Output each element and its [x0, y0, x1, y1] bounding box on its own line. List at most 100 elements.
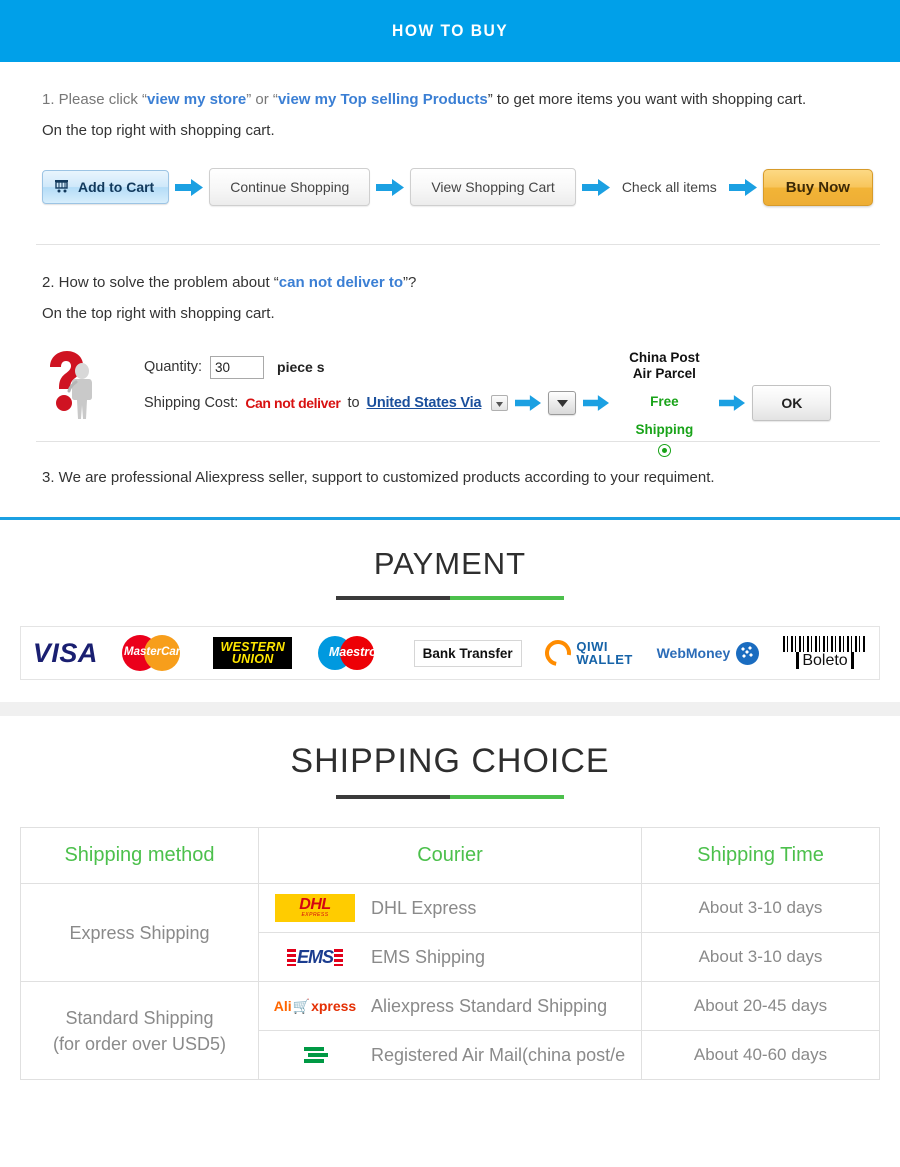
buy-now-button[interactable]: Buy Now	[762, 168, 873, 206]
payment-heading: PAYMENT	[0, 520, 900, 600]
courier-name: Aliexpress Standard Shipping	[371, 995, 608, 1016]
maestro-label: Maestro	[328, 645, 377, 659]
shipping-calculator: Quantity: piece s Shipping Cost: Can not…	[20, 329, 880, 457]
free-line-1: Free	[650, 393, 679, 409]
can-not-deliver-link[interactable]: can not deliver to	[279, 274, 403, 291]
payment-logo-western-union: WESTERN UNION	[213, 631, 293, 675]
time-china-post: About 40-60 days	[641, 1030, 880, 1080]
courier-china-post: Registered Air Mail(china post/e	[258, 1030, 642, 1080]
service-line-2: Air Parcel	[632, 365, 696, 381]
shipping-table-wrap: Shipping method Courier Shipping Time Ex…	[20, 827, 880, 1080]
chevron-down-icon	[556, 395, 568, 411]
how-to-buy-header: HOW TO BUY	[0, 0, 900, 62]
step1-line1-pre: 1. Please click “	[42, 91, 148, 108]
view-my-store-link[interactable]: view my store	[147, 91, 246, 108]
piece-label: piece s	[277, 359, 325, 375]
payment-title: PAYMENT	[373, 546, 527, 581]
step1-line2: On the top right with shopping cart.	[42, 122, 275, 139]
payment-logo-boleto: Boleto	[783, 631, 867, 675]
ok-label: OK	[781, 395, 803, 411]
flow-arrow-icon	[508, 395, 548, 411]
section-gap	[0, 702, 900, 716]
payment-logo-visa: VISA	[33, 631, 98, 675]
add-to-cart-button[interactable]: Add to Cart	[42, 170, 170, 204]
boleto-label: Boleto	[796, 652, 854, 669]
method-express-shipping: Express Shipping	[20, 883, 259, 982]
how-to-buy-title: HOW TO BUY	[391, 21, 509, 40]
western-union-icon: WESTERN UNION	[213, 637, 293, 669]
header-shipping-method: Shipping method	[20, 827, 259, 884]
courier-name: DHL Express	[371, 897, 477, 918]
to-label: to	[347, 395, 360, 411]
ems-icon: EMS	[259, 947, 371, 968]
method-line-2: (for order over USD5)	[52, 1033, 227, 1054]
courier-ems: EMS EMS Shipping	[258, 932, 642, 982]
shipping-option[interactable]: China Post Air Parcel Free Shipping	[616, 350, 712, 457]
courier-aliexpress: Ali 🛒 xpress Aliexpress Standard Shipping	[258, 981, 642, 1031]
view-top-selling-products-link[interactable]: view my Top selling Products	[278, 91, 488, 108]
continue-shopping-label: Continue Shopping	[230, 179, 350, 195]
qiwi-line-2: WALLET	[576, 652, 633, 667]
boleto-icon: Boleto	[783, 636, 867, 670]
shipping-title: SHIPPING CHOICE	[290, 742, 610, 780]
buy-now-label: Buy Now	[785, 178, 850, 196]
shipping-title-rule	[336, 795, 564, 799]
shipping-heading: SHIPPING CHOICE	[0, 716, 900, 799]
step2-line2: On the top right with shopping cart.	[42, 305, 275, 322]
flow-arrow-icon	[169, 178, 209, 196]
header-courier: Courier	[258, 827, 642, 884]
courier-dhl: DHL EXPRESS DHL Express	[258, 883, 642, 933]
flow-arrow-icon	[723, 178, 763, 196]
view-shopping-cart-button[interactable]: View Shopping Cart	[410, 168, 576, 206]
ok-button[interactable]: OK	[752, 385, 832, 421]
step2-line1-pre: 2. How to solve the problem about “	[42, 274, 279, 291]
step1-line1-mid: ” or “	[246, 91, 278, 108]
quantity-label: Quantity:	[144, 359, 203, 375]
shipping-method-dropdown-button[interactable]	[548, 391, 577, 415]
payment-logo-mastercard: MasterCard	[121, 631, 190, 675]
flow-arrow-icon	[576, 178, 616, 196]
quantity-row: Quantity: piece s	[144, 353, 831, 381]
courier-name: EMS Shipping	[371, 946, 486, 967]
maestro-icon: Maestro	[316, 633, 390, 673]
time-dhl: About 3-10 days	[641, 883, 880, 933]
calculator-fields: Quantity: piece s Shipping Cost: Can not…	[104, 343, 832, 457]
shipping-section: SHIPPING CHOICE Shipping method Courier …	[0, 716, 900, 1080]
free-line-2: Shipping	[635, 421, 694, 437]
payment-title-rule	[336, 596, 564, 600]
add-to-cart-label: Add to Cart	[78, 179, 155, 195]
quantity-input[interactable]	[210, 355, 265, 379]
flow-arrow-icon	[576, 395, 616, 411]
payment-logo-maestro: Maestro	[316, 631, 390, 675]
shipping-option-radio[interactable]	[657, 443, 671, 457]
view-shopping-cart-label: View Shopping Cart	[431, 179, 555, 195]
shipping-table: Shipping method Courier Shipping Time Ex…	[20, 827, 880, 1080]
cart-icon	[54, 178, 71, 196]
method-line-1: Standard Shipping	[65, 1007, 214, 1028]
method-standard-shipping: Standard Shipping (for order over USD5)	[20, 981, 259, 1080]
header-shipping-time: Shipping Time	[641, 827, 880, 884]
continue-shopping-button[interactable]: Continue Shopping	[209, 168, 371, 206]
dhl-icon: DHL EXPRESS	[259, 894, 371, 922]
cannot-deliver-text: Can not deliver	[245, 395, 341, 411]
payment-logo-bank-transfer: Bank Transfer	[413, 631, 522, 675]
webmoney-label: WebMoney	[656, 645, 731, 661]
table-row: Express Shipping DHL EXPRESS DHL Express …	[20, 883, 880, 982]
time-ems: About 3-10 days	[641, 932, 880, 982]
payment-logo-webmoney: WebMoney	[657, 631, 760, 675]
courier-name: Registered Air Mail(china post/e	[371, 1044, 626, 1065]
visa-icon: VISA	[32, 637, 98, 668]
step2-line1: 2. How to solve the problem about “can n…	[20, 245, 880, 298]
qiwi-icon: QIWI WALLET	[540, 634, 633, 672]
payment-methods-row: VISA MasterCard WESTERN UNION Maestro Ba…	[20, 626, 880, 680]
mastercard-icon: MasterCard	[121, 633, 190, 673]
step1-line1: 1. Please click “view my store” or “view…	[20, 62, 880, 115]
country-dropdown-button[interactable]	[491, 395, 509, 411]
aliexpress-icon: Ali 🛒 xpress	[273, 997, 357, 1015]
table-header-row: Shipping method Courier Shipping Time	[20, 827, 880, 884]
country-select-value[interactable]: United States Via	[367, 395, 482, 411]
chevron-down-icon	[496, 395, 504, 411]
purchase-flow-row: Add to Cart Continue Shopping View Shopp…	[20, 146, 880, 226]
mastercard-label: MasterCard	[124, 646, 188, 658]
flow-arrow-icon	[712, 395, 752, 411]
